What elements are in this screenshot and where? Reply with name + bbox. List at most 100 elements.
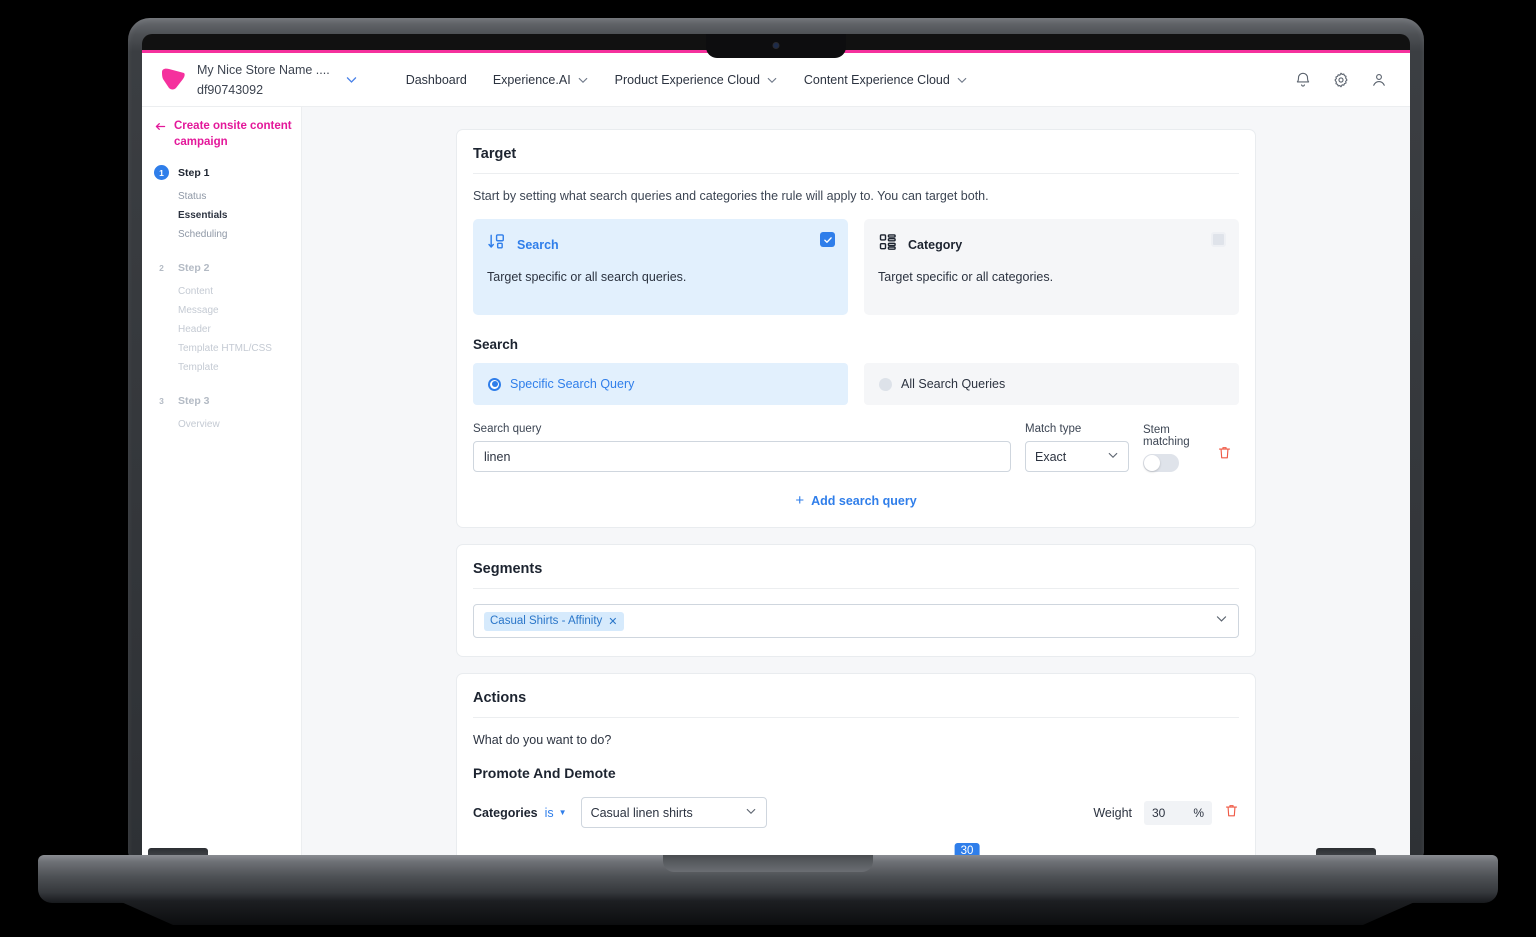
heart-logo-icon bbox=[160, 68, 186, 91]
arrow-left-icon bbox=[154, 120, 167, 150]
triangle-down-icon[interactable]: ▼ bbox=[559, 808, 567, 817]
option-label: Category bbox=[908, 237, 963, 252]
sidebar-item-status[interactable]: Status bbox=[154, 187, 301, 206]
store-id: df90743092 bbox=[197, 82, 264, 97]
laptop-lid: My Nice Store Name .... df90743092 Dashb… bbox=[128, 18, 1424, 858]
step-label: Step 2 bbox=[178, 261, 210, 274]
step-label: Step 3 bbox=[178, 394, 210, 407]
match-type-field-wrap: Match type Exact bbox=[1025, 423, 1129, 472]
weight-input[interactable]: 30 % bbox=[1144, 800, 1212, 825]
target-option-row: Search Target specific or all search que… bbox=[473, 219, 1239, 315]
category-grid-icon bbox=[878, 232, 898, 257]
brand-store-switcher[interactable]: My Nice Store Name .... df90743092 bbox=[160, 60, 358, 100]
weight-controls: Weight 30 % bbox=[1093, 800, 1239, 825]
add-search-query-label: Add search query bbox=[811, 494, 917, 508]
laptop-foot bbox=[119, 901, 1417, 925]
webcam-icon bbox=[772, 42, 780, 49]
radio-all-search-queries[interactable]: All Search Queries bbox=[864, 363, 1239, 405]
nav-item-dashboard[interactable]: Dashboard bbox=[406, 73, 467, 87]
match-type-select[interactable]: Exact bbox=[1025, 441, 1129, 472]
main-content: Target Start by setting what search quer… bbox=[302, 107, 1410, 858]
stem-matching-toggle[interactable] bbox=[1143, 454, 1179, 472]
target-title: Target bbox=[473, 146, 1239, 174]
close-icon[interactable]: ✕ bbox=[608, 615, 617, 628]
sidebar-item-essentials[interactable]: Essentials bbox=[154, 206, 301, 225]
plus-icon: + bbox=[795, 492, 805, 509]
segment-chip-label: Casual Shirts - Affinity bbox=[490, 615, 603, 627]
weight-label: Weight bbox=[1093, 805, 1132, 820]
percent-symbol: % bbox=[1193, 805, 1204, 820]
operator-label[interactable]: is bbox=[545, 806, 554, 820]
target-option-search[interactable]: Search Target specific or all search que… bbox=[473, 219, 848, 315]
sidebar-item-message[interactable]: Message bbox=[154, 301, 301, 320]
option-head: Search bbox=[487, 232, 834, 257]
laptop-base bbox=[38, 855, 1498, 903]
sidebar-step-3[interactable]: 3 Step 3 bbox=[154, 393, 301, 408]
nav-item-label: Dashboard bbox=[405, 72, 467, 87]
radio-label: Specific Search Query bbox=[510, 377, 635, 391]
target-category-checkbox[interactable] bbox=[1211, 232, 1226, 247]
add-search-query-button[interactable]: + Add search query bbox=[473, 492, 1239, 509]
weight-value: 30 bbox=[1152, 805, 1166, 820]
target-option-category[interactable]: Category Target specific or all categori… bbox=[864, 219, 1239, 315]
step-number-badge: 3 bbox=[159, 395, 164, 406]
back-link-label: Create onsite content campaign bbox=[174, 120, 292, 148]
search-query-fields: Search query linen Match type Exact Stem… bbox=[473, 423, 1239, 472]
category-select-value: Casual linen shirts bbox=[590, 805, 693, 820]
step-navigation: 1 Step 1 Status Essentials Scheduling 2 bbox=[154, 165, 301, 434]
sidebar-item-scheduling[interactable]: Scheduling bbox=[154, 225, 301, 244]
match-type-value: Exact bbox=[1035, 449, 1067, 464]
target-card: Target Start by setting what search quer… bbox=[456, 129, 1256, 528]
sidebar-item-header[interactable]: Header bbox=[154, 320, 301, 339]
nav-item-experience-ai[interactable]: Experience.AI bbox=[493, 73, 589, 87]
promote-demote-row: Categories is ▼ Casual linen shirts Weig… bbox=[473, 797, 1239, 828]
nav-item-product-experience-cloud[interactable]: Product Experience Cloud bbox=[615, 73, 778, 87]
chevron-down-icon[interactable] bbox=[1215, 612, 1228, 630]
gear-icon[interactable] bbox=[1332, 71, 1350, 89]
radio-icon bbox=[488, 377, 501, 391]
nav-item-label: Experience.AI bbox=[492, 72, 571, 87]
option-label: Search bbox=[517, 237, 559, 252]
category-select[interactable]: Casual linen shirts bbox=[580, 797, 767, 828]
top-navigation-bar: My Nice Store Name .... df90743092 Dashb… bbox=[142, 53, 1410, 107]
sidebar-item-overview[interactable]: Overview bbox=[154, 415, 301, 434]
back-to-campaign-link[interactable]: Create onsite content campaign bbox=[154, 119, 301, 150]
user-icon[interactable] bbox=[1370, 71, 1388, 89]
delete-action-button[interactable] bbox=[1224, 803, 1239, 823]
search-section-title: Search bbox=[473, 337, 519, 352]
step-label: Step 1 bbox=[178, 166, 210, 179]
search-query-field-wrap: Search query linen bbox=[473, 423, 1011, 472]
laptop-screen-bezel: My Nice Store Name .... df90743092 Dashb… bbox=[142, 34, 1410, 858]
sidebar-step-2[interactable]: 2 Step 2 bbox=[154, 260, 301, 275]
sidebar-item-template-html-css[interactable]: Template HTML/CSS bbox=[154, 339, 301, 358]
store-name: My Nice Store Name .... bbox=[197, 62, 330, 77]
sidebar-item-template[interactable]: Template bbox=[154, 358, 301, 377]
store-meta: My Nice Store Name .... df90743092 bbox=[197, 60, 330, 100]
option-subtext: Target specific or all categories. bbox=[878, 270, 1054, 284]
radio-label: All Search Queries bbox=[901, 377, 1006, 391]
bell-icon[interactable] bbox=[1294, 71, 1312, 89]
chevron-down-icon bbox=[956, 74, 968, 86]
chevron-down-icon[interactable] bbox=[345, 73, 358, 86]
sidebar-item-content[interactable]: Content bbox=[154, 282, 301, 301]
sort-descending-icon bbox=[487, 232, 507, 257]
segments-multiselect[interactable]: Casual Shirts - Affinity ✕ bbox=[473, 604, 1239, 638]
target-search-checkbox[interactable] bbox=[820, 232, 835, 247]
option-head: Category bbox=[878, 232, 1225, 257]
nav-item-label: Content Experience Cloud bbox=[803, 72, 950, 87]
sidebar-step-1[interactable]: 1 Step 1 bbox=[154, 165, 301, 181]
step-number-badge: 1 bbox=[154, 165, 169, 181]
step-number-badge: 2 bbox=[159, 262, 164, 273]
sidebar: Create onsite content campaign 1 Step 1 … bbox=[142, 107, 302, 858]
search-query-input[interactable]: linen bbox=[473, 441, 1011, 472]
top-right-actions bbox=[1294, 71, 1388, 89]
chevron-down-icon bbox=[577, 74, 589, 86]
chevron-down-icon bbox=[1107, 449, 1119, 464]
segment-chip[interactable]: Casual Shirts - Affinity ✕ bbox=[484, 611, 624, 631]
delete-search-query-button[interactable] bbox=[1217, 445, 1239, 472]
radio-specific-search-query[interactable]: Specific Search Query bbox=[473, 363, 848, 405]
chevron-down-icon bbox=[745, 805, 757, 820]
webcam-notch bbox=[706, 34, 846, 58]
nav-item-content-experience-cloud[interactable]: Content Experience Cloud bbox=[804, 73, 968, 87]
option-subtext: Target specific or all search queries. bbox=[487, 270, 687, 284]
